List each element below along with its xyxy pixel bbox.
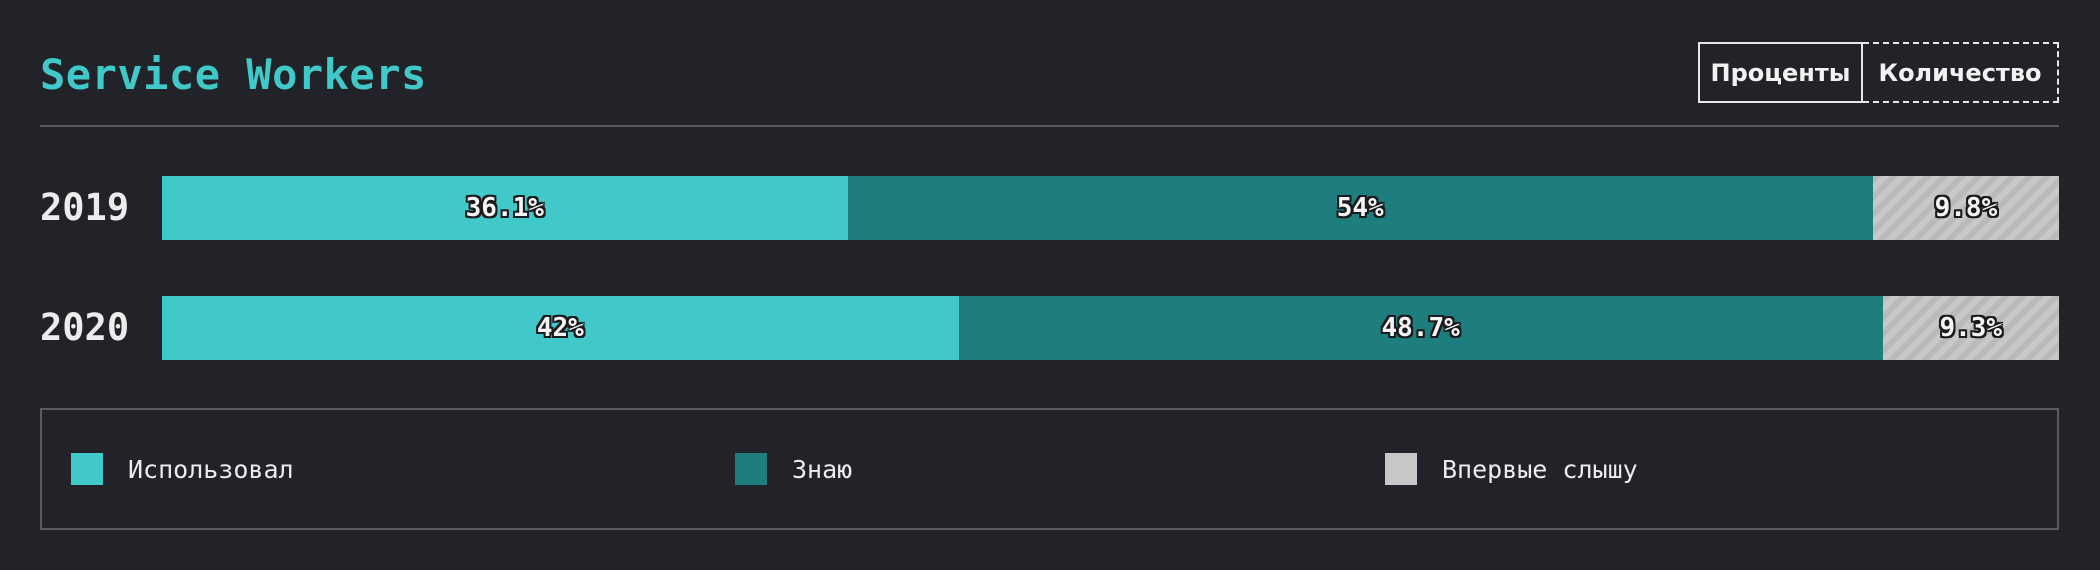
data-label-used-2019: 36.1% <box>465 193 544 223</box>
display-mode-toggle: Проценты Количество <box>1698 42 2059 103</box>
legend-swatch-used <box>71 453 103 485</box>
data-label-first-time-2020: 9.3% <box>1939 313 2003 343</box>
percent-toggle-button[interactable]: Проценты <box>1698 42 1863 103</box>
bar-segment-first-time-2020[interactable]: 9.3% <box>1882 296 2059 360</box>
bar-track-2019: 36.1% 54% 9.8% <box>162 176 2059 240</box>
bar-segment-used-2019[interactable]: 36.1% <box>162 176 848 240</box>
bar-segment-know-2019[interactable]: 54% <box>847 176 1873 240</box>
data-label-first-time-2019: 9.8% <box>1934 193 1998 223</box>
bar-segment-know-2020[interactable]: 48.7% <box>958 296 1883 360</box>
data-label-know-2020: 48.7% <box>1381 313 1460 343</box>
data-label-used-2020: 42% <box>536 313 584 343</box>
row-label-2019: 2019 <box>40 186 130 229</box>
bar-track-2020: 42% 48.7% 9.3% <box>162 296 2059 360</box>
legend-item-first-time[interactable]: Впервые слышу <box>1385 410 1638 528</box>
legend-swatch-first-time <box>1385 453 1417 485</box>
bar-segment-used-2020[interactable]: 42% <box>162 296 959 360</box>
bar-row-0: 2019 36.1% 54% 9.8% <box>40 176 2059 240</box>
legend-label-first-time: Впервые слышу <box>1442 454 1638 484</box>
legend-swatch-know <box>735 453 767 485</box>
count-toggle-button[interactable]: Количество <box>1863 42 2059 103</box>
chart-title: Service Workers <box>40 50 427 99</box>
bar-row-1: 2020 42% 48.7% 9.3% <box>40 296 2059 360</box>
legend-label-used: Использовал <box>128 454 294 484</box>
chart-legend: Использовал Знаю Впервые слышу <box>40 408 2059 530</box>
legend-label-know: Знаю <box>792 454 853 484</box>
bar-segment-first-time-2019[interactable]: 9.8% <box>1872 176 2059 240</box>
data-label-know-2019: 54% <box>1336 193 1384 223</box>
row-label-2020: 2020 <box>40 306 130 349</box>
legend-item-used[interactable]: Использовал <box>71 410 294 528</box>
legend-item-know[interactable]: Знаю <box>735 410 852 528</box>
chart-header: Service Workers Проценты Количество <box>40 40 2059 127</box>
